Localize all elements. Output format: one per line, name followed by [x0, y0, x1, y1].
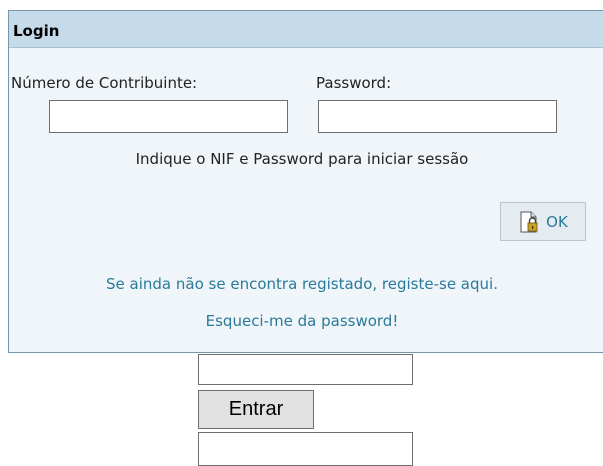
document-lock-icon — [520, 211, 538, 232]
nif-label: Número de Contribuinte: — [11, 74, 198, 92]
password-label: Password: — [316, 74, 392, 92]
secondary-input[interactable] — [198, 432, 413, 466]
login-panel: Login Número de Contribuinte: Password: … — [8, 10, 603, 353]
username-input[interactable] — [198, 354, 413, 385]
ok-button[interactable]: OK — [500, 202, 586, 241]
nif-input[interactable] — [49, 100, 288, 133]
forgot-password-link[interactable]: Esqueci-me da password! — [9, 312, 595, 330]
login-panel-header: Login — [9, 11, 603, 48]
entrar-button[interactable]: Entrar — [198, 390, 314, 429]
login-hint-text: Indique o NIF e Password para iniciar se… — [135, 150, 469, 168]
password-input[interactable] — [318, 100, 557, 133]
ok-label: OK — [546, 212, 568, 231]
login-title: Login — [13, 22, 60, 40]
register-link[interactable]: Se ainda não se encontra registado, regi… — [9, 275, 595, 293]
